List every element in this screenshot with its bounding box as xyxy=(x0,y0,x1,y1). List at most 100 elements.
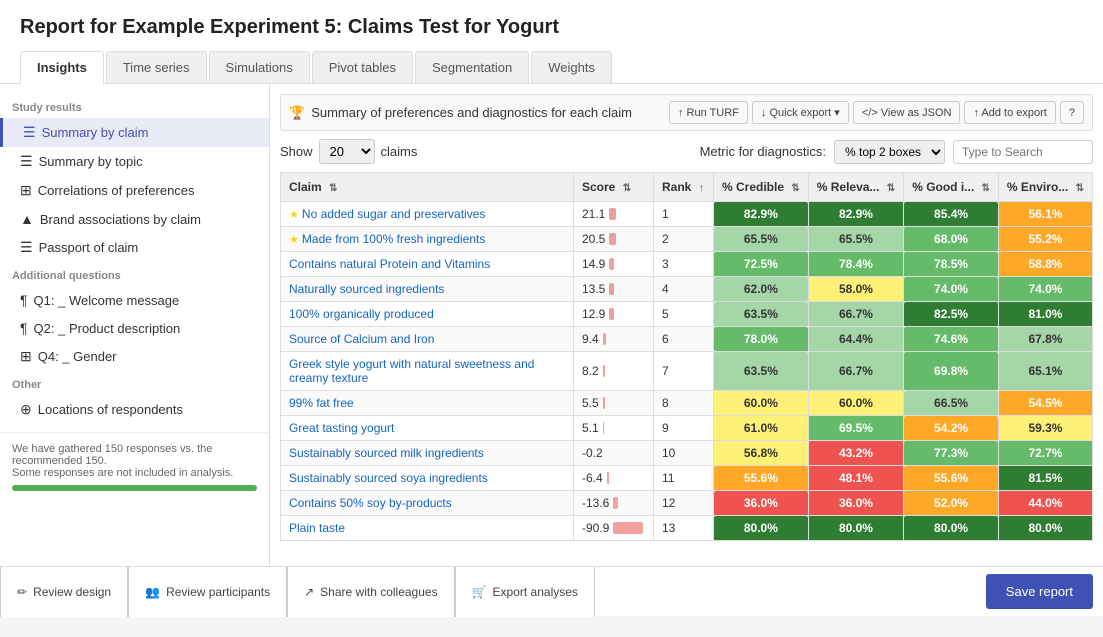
tab-segmentation[interactable]: Segmentation xyxy=(415,51,529,83)
gathered-text: We have gathered 150 responses vs. the r… xyxy=(12,443,257,467)
claim-link[interactable]: Contains natural Protein and Vitamins xyxy=(289,257,490,271)
col-header-rank[interactable]: Rank ↑ xyxy=(654,173,714,202)
view-json-button[interactable]: </> View as JSON xyxy=(853,101,961,124)
star-icon: ★ xyxy=(289,234,302,246)
claim-cell: ★ Made from 100% fresh ingredients xyxy=(281,227,574,252)
participants-icon: 👥 xyxy=(145,585,160,599)
enviro-cell: 65.1% xyxy=(998,352,1092,391)
sidebar-item-q2[interactable]: ¶ Q2: _ Product description xyxy=(0,314,269,342)
export-analyses-button[interactable]: 🛒 Export analyses xyxy=(455,567,595,617)
claim-link[interactable]: Contains 50% soy by-products xyxy=(289,496,452,510)
summary-claim-icon: ☰ xyxy=(23,124,36,141)
claim-link[interactable]: Plain taste xyxy=(289,521,345,535)
claim-link[interactable]: 100% organically produced xyxy=(289,307,434,321)
col-header-score[interactable]: Score ⇅ xyxy=(574,173,654,202)
additional-questions-label: Additional questions xyxy=(0,262,269,286)
sidebar-item-label: Locations of respondents xyxy=(38,402,183,417)
run-turf-button[interactable]: ↑ Run TURF xyxy=(669,101,748,124)
enviro-cell: 56.1% xyxy=(998,202,1092,227)
claim-link[interactable]: 99% fat free xyxy=(289,396,354,410)
score-cell: 5.1 xyxy=(574,416,654,441)
credible-cell: 62.0% xyxy=(714,277,809,302)
sidebar-item-locations[interactable]: ⊕ Locations of respondents xyxy=(0,395,269,424)
save-report-button[interactable]: Save report xyxy=(986,574,1093,609)
rank-cell: 8 xyxy=(654,391,714,416)
sidebar-item-label: Q2: _ Product description xyxy=(34,321,181,336)
rank-cell: 3 xyxy=(654,252,714,277)
table-row: Plain taste -90.9 13 80.0% 80.0% 80.0% 8… xyxy=(281,516,1093,541)
score-bar xyxy=(603,422,605,434)
col-header-credible[interactable]: % Credible ⇅ xyxy=(714,173,809,202)
claim-link[interactable]: Great tasting yogurt xyxy=(289,421,394,435)
tab-insights[interactable]: Insights xyxy=(20,51,104,84)
quick-export-button[interactable]: ↓ Quick export ▾ xyxy=(752,101,849,124)
score-cell: -0.2 xyxy=(574,441,654,466)
tab-time-series[interactable]: Time series xyxy=(106,51,207,83)
sidebar-item-summary-by-topic[interactable]: ☰ Summary by topic xyxy=(0,147,269,176)
enviro-cell: 81.5% xyxy=(998,466,1092,491)
good-cell: 82.5% xyxy=(904,302,999,327)
sidebar-item-summary-by-claim[interactable]: ☰ Summary by claim xyxy=(0,118,269,147)
tab-pivot-tables[interactable]: Pivot tables xyxy=(312,51,413,83)
credible-cell: 36.0% xyxy=(714,491,809,516)
claim-link[interactable]: Source of Calcium and Iron xyxy=(289,332,434,346)
claim-link[interactable]: No added sugar and preservatives xyxy=(302,207,485,221)
score-value: -13.6 xyxy=(582,496,609,510)
good-cell: 55.6% xyxy=(904,466,999,491)
share-colleagues-label: Share with colleagues xyxy=(320,585,437,599)
show-select[interactable]: 20 50 100 xyxy=(319,139,375,164)
sidebar-item-passport[interactable]: ☰ Passport of claim xyxy=(0,233,269,262)
show-label: Show xyxy=(280,144,313,159)
sidebar-item-q4[interactable]: ⊞ Q4: _ Gender xyxy=(0,342,269,371)
table-row: Contains natural Protein and Vitamins 14… xyxy=(281,252,1093,277)
share-colleagues-button[interactable]: ↗ Share with colleagues xyxy=(287,567,454,617)
rank-cell: 1 xyxy=(654,202,714,227)
sidebar-item-label: Q1: _ Welcome message xyxy=(34,293,180,308)
good-cell: 74.0% xyxy=(904,277,999,302)
sidebar-item-correlations[interactable]: ⊞ Correlations of preferences xyxy=(0,176,269,205)
review-participants-button[interactable]: 👥 Review participants xyxy=(128,567,287,617)
credible-cell: 65.5% xyxy=(714,227,809,252)
score-value: 20.5 xyxy=(582,232,605,246)
col-header-relevance[interactable]: % Releva... ⇅ xyxy=(808,173,903,202)
claim-link[interactable]: Sustainably sourced milk ingredients xyxy=(289,446,484,460)
enviro-cell: 44.0% xyxy=(998,491,1092,516)
correlations-icon: ⊞ xyxy=(20,182,32,199)
claim-link[interactable]: Made from 100% fresh ingredients xyxy=(302,232,485,246)
metric-select[interactable]: % top 2 boxes % top box Mean xyxy=(834,140,945,164)
relevance-cell: 64.4% xyxy=(808,327,903,352)
claim-cell: Plain taste xyxy=(281,516,574,541)
sidebar-item-brand-associations[interactable]: ▲ Brand associations by claim xyxy=(0,205,269,233)
score-value: 8.2 xyxy=(582,364,599,378)
col-header-enviro[interactable]: % Enviro... ⇅ xyxy=(998,173,1092,202)
table-row: 99% fat free 5.5 8 60.0% 60.0% 66.5% 54.… xyxy=(281,391,1093,416)
review-design-button[interactable]: ✏ Review design xyxy=(0,567,128,617)
search-input[interactable] xyxy=(953,140,1093,164)
add-to-export-button[interactable]: ↑ Add to export xyxy=(964,101,1055,124)
help-button[interactable]: ? xyxy=(1060,101,1084,124)
progress-bar xyxy=(12,485,257,491)
score-value: 9.4 xyxy=(582,332,599,346)
col-header-claim[interactable]: Claim ⇅ xyxy=(281,173,574,202)
tab-simulations[interactable]: Simulations xyxy=(209,51,310,83)
table-row: ★ Made from 100% fresh ingredients 20.5 … xyxy=(281,227,1093,252)
credible-cell: 72.5% xyxy=(714,252,809,277)
relevance-cell: 60.0% xyxy=(808,391,903,416)
claim-link[interactable]: Sustainably sourced soya ingredients xyxy=(289,471,488,485)
claim-link[interactable]: Naturally sourced ingredients xyxy=(289,282,444,296)
good-cell: 52.0% xyxy=(904,491,999,516)
tab-weights[interactable]: Weights xyxy=(531,51,612,83)
relevance-cell: 58.0% xyxy=(808,277,903,302)
metric-label: Metric for diagnostics: xyxy=(700,144,826,159)
sidebar-item-q1[interactable]: ¶ Q1: _ Welcome message xyxy=(0,286,269,314)
good-cell: 69.8% xyxy=(904,352,999,391)
table-row: Greek style yogurt with natural sweetnes… xyxy=(281,352,1093,391)
sort-enviro-icon: ⇅ xyxy=(1076,183,1084,194)
relevance-cell: 69.5% xyxy=(808,416,903,441)
score-bar xyxy=(609,308,613,320)
review-design-label: Review design xyxy=(33,585,111,599)
claim-link[interactable]: Greek style yogurt with natural sweetnes… xyxy=(289,357,534,385)
col-header-good[interactable]: % Good i... ⇅ xyxy=(904,173,999,202)
review-participants-label: Review participants xyxy=(166,585,270,599)
sort-good-icon: ⇅ xyxy=(982,183,990,194)
